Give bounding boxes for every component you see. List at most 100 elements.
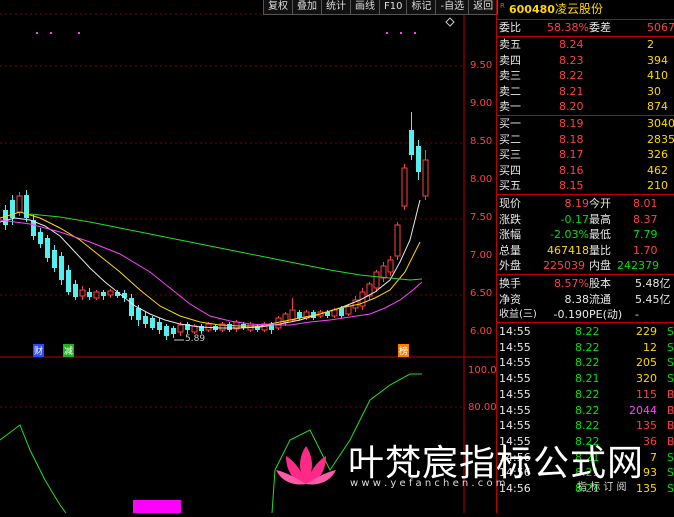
statistics-button[interactable]: 统计 [321,0,351,15]
ask-label: 卖四 [499,53,521,67]
candle-body [422,159,429,197]
trade-row: 14:55 8.22 12 S [497,340,674,355]
candle-body [143,316,148,324]
f10-button[interactable]: F10 [379,0,408,15]
bid-row[interactable]: 买三 8.17 326 [497,147,674,162]
trade-row: 14:55 8.22 229 S [497,324,674,339]
candle-body [136,308,141,320]
signal-dots [36,32,416,34]
candle-body [150,318,155,328]
ask-volume: 394 [647,53,668,67]
bid-label: 买四 [499,163,521,177]
event-tag-reduce[interactable]: 减 [63,344,75,357]
quote-row: 外盘 225039 内盘 242379 [497,258,674,273]
kline-chart-area[interactable]: 9.50 9.00 8.50 8.00 7.50 7.00 6.50 6.00 … [0,0,497,514]
trade-volume: 36 [643,434,657,448]
restore-rights-button[interactable]: 复权 [263,0,293,15]
stock-code[interactable]: 600480 [509,2,555,17]
trade-volume: 12 [643,340,657,354]
ask-row[interactable]: 卖五 8.24 2 [497,37,674,52]
quote-value: -2.03% [550,228,589,241]
trade-side: S [667,325,674,338]
draw-line-button[interactable]: 画线 [350,0,380,15]
remove-watchlist-button[interactable]: -自选 [435,0,470,15]
candle-body [59,256,64,280]
subchart-magenta-bar [133,500,181,513]
candles [3,112,429,340]
trade-price: 8.21 [575,466,600,480]
ask-row[interactable]: 卖二 8.21 30 [497,84,674,99]
trade-row: 14:55 8.21 320 S [497,371,674,386]
bid-row[interactable]: 买一 8.19 3040 [497,116,674,131]
diff-label: 委差 [589,21,611,34]
bid-volume: 2835 [647,132,674,146]
trade-price: 8.22 [575,387,600,401]
candle-body [107,290,114,296]
price-tick: 9.50 [470,60,493,71]
quote-row: 净资 8.38 流通 5.45亿 [497,292,674,307]
quote-label-2: 流通 [589,292,611,306]
candle-body [331,309,338,317]
back-button[interactable]: 返回 [468,0,499,15]
stock-name[interactable]: 凌云股份 [555,2,603,17]
min-price-label: 5.89 [185,334,206,344]
trade-time: 14:55 [499,340,531,354]
quote-label-2: 最高 [589,212,611,226]
candle-body [101,292,106,296]
indicator-line-green [0,424,67,514]
kline-chart-svg[interactable] [0,0,496,514]
trade-time: 14:56 [499,450,531,464]
bid-row[interactable]: 买五 8.15 210 [497,178,674,193]
bid-volume: 210 [647,179,668,192]
quote-label: 外盘 [499,259,521,272]
ask-label: 卖二 [499,84,521,98]
ask-row[interactable]: 卖一 8.20 874 [497,99,674,114]
overlay-button[interactable]: 叠加 [292,0,322,15]
trade-price: 8.21 [575,450,600,464]
diamond-icon[interactable] [445,17,455,27]
trade-time: 14:55 [499,419,531,433]
candle-body [171,328,176,334]
trade-side: S [667,356,674,370]
event-tag-finance[interactable]: 财 [33,344,45,357]
bid-volume: 462 [647,163,668,177]
price-tick: 7.00 [470,250,493,261]
quote-label: 总量 [499,243,521,257]
quote-label: 涨幅 [499,228,521,241]
trade-side: S [667,372,674,386]
price-tick: 6.00 [470,326,493,337]
ask-row[interactable]: 卖三 8.22 410 [497,68,674,83]
trade-row: 14:55 8.22 115 B [497,387,674,402]
candle-body [16,195,23,213]
ask-label: 卖五 [499,38,521,51]
candle-body [3,210,8,225]
candle-body [416,146,421,172]
candle-body [289,309,296,321]
sub-tick: 80.00 [468,402,497,413]
price-tick: 7.50 [470,212,493,223]
ask-price: 8.21 [559,84,584,98]
trade-row: 14:55 8.22 205 S [497,355,674,370]
event-tag-billboard[interactable]: 榜 [398,344,410,357]
candle-body [387,259,394,273]
trade-side: B [667,403,674,417]
order-ratio-row: 委比 58.38% 委差 5067 [497,20,674,35]
trade-volume: 93 [643,466,657,480]
trade-volume: 320 [636,372,657,386]
trade-volume: 229 [636,325,657,338]
quote-row: 现价 8.19 今开 8.01 [497,196,674,211]
quote-value-2: 5.48亿 [635,277,671,290]
bid-row[interactable]: 买四 8.16 462 [497,163,674,178]
ask-row[interactable]: 卖四 8.23 394 [497,53,674,68]
mark-button[interactable]: 标记 [406,0,437,15]
bid-row[interactable]: 买二 8.18 2835 [497,132,674,147]
trade-time: 14:55 [499,325,531,338]
quote-label: 现价 [499,197,521,210]
divider [497,194,674,195]
candle-body [177,324,184,333]
trade-price: 8.22 [575,340,600,354]
ask-label: 卖三 [499,69,521,82]
chart-toolbar: 复权 叠加 统计 画线 F10 标记 -自选 返回 [263,0,499,15]
trade-row: 14:56 8.21 7 S [497,450,674,465]
price-tick: 8.00 [470,174,493,185]
